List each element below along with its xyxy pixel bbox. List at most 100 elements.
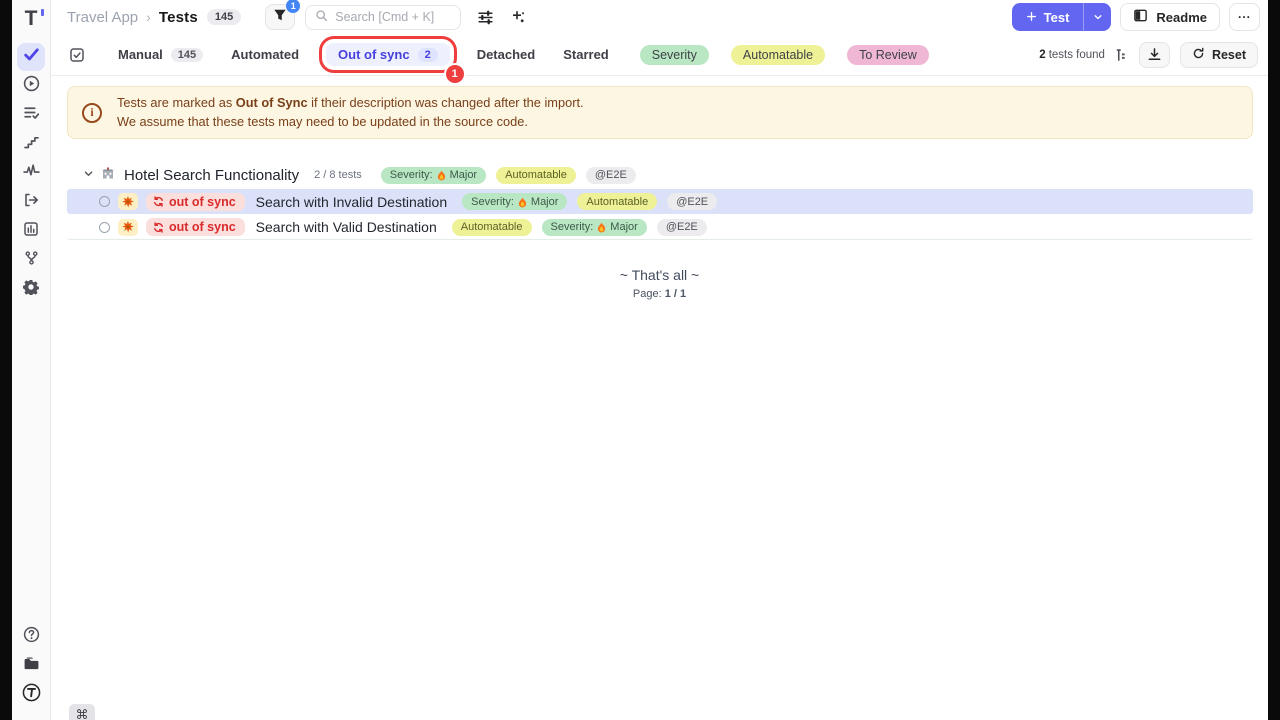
suite-badge-severity-major: Severity: Major: [381, 167, 486, 184]
breadcrumb-project[interactable]: Travel App: [67, 9, 138, 26]
sliders-icon[interactable]: [477, 9, 494, 26]
sidebar-item-steps[interactable]: [17, 130, 45, 158]
status-circle-icon[interactable]: [99, 196, 110, 207]
results-label: tests found: [1049, 49, 1105, 61]
new-test-label: Test: [1044, 10, 1070, 25]
settings-icon: [23, 279, 39, 300]
out-of-sync-badge: out of sync: [146, 218, 245, 236]
hotel-building-icon: [101, 166, 115, 185]
export-button[interactable]: [1139, 42, 1170, 68]
pulse-icon: [23, 162, 40, 184]
test-row[interactable]: out of sync Search with Invalid Destinati…: [67, 189, 1253, 214]
sidebar-item-analytics[interactable]: [17, 217, 45, 245]
suite-row[interactable]: Hotel Search Functionality 2 / 8 tests S…: [67, 162, 1253, 188]
filter-button[interactable]: 1: [265, 4, 295, 30]
list-footer: ~ That's all ~ Page: 1 / 1: [51, 267, 1268, 300]
sidebar-item-settings[interactable]: [17, 275, 45, 303]
sidebar-item-import[interactable]: [17, 188, 45, 216]
tab-label: Starred: [563, 47, 609, 62]
filter-pill-severity[interactable]: Severity: [640, 45, 709, 65]
test-title[interactable]: Search with Invalid Destination: [256, 194, 447, 210]
sidebar-item-help[interactable]: [17, 623, 45, 651]
sparkles-icon[interactable]: [510, 9, 526, 25]
sidebar-bottom-items: [17, 623, 45, 710]
analytics-icon: [23, 221, 39, 242]
app-logo-tick: [41, 9, 44, 16]
filter-count-badge: 1: [286, 0, 300, 13]
branches-icon: [24, 250, 39, 271]
info-banner-text: Tests are marked as Out of Sync if their…: [117, 94, 584, 131]
results-number: 2: [1039, 49, 1045, 61]
new-test-button[interactable]: Test: [1012, 3, 1084, 31]
filter-toolbar: Manual145AutomatedOut of sync21DetachedS…: [51, 34, 1268, 76]
search-input[interactable]: Search [Cmd + K]: [305, 5, 461, 30]
info-banner-line2: We assume that these tests may need to b…: [117, 113, 584, 132]
annotation-step-badge: 1: [446, 65, 464, 83]
search-placeholder: Search [Cmd + K]: [335, 10, 434, 24]
tree-view-icon[interactable]: [1115, 48, 1129, 62]
app-logo[interactable]: T: [16, 4, 46, 34]
sidebar-item-pulse[interactable]: [17, 159, 45, 187]
test-badge-e2e: @E2E: [657, 219, 707, 236]
header-actions: Test Readme ...: [1012, 3, 1260, 31]
test-rows: out of sync Search with Invalid Destinati…: [67, 189, 1253, 240]
sidebar-item-branches[interactable]: [17, 246, 45, 274]
tab-out-of-sync[interactable]: Out of sync21: [326, 43, 450, 66]
sidebar-item-tests[interactable]: [17, 43, 45, 71]
tab-label: Detached: [477, 47, 536, 62]
plus-icon: [1026, 10, 1037, 25]
test-title[interactable]: Search with Valid Destination: [256, 219, 437, 235]
funnel-icon: [273, 8, 287, 27]
toolbar-right: 2 tests found Reset: [1039, 42, 1258, 68]
breadcrumb-separator: ›: [146, 9, 151, 25]
end-of-list-text: ~ That's all ~: [51, 267, 1268, 283]
command-key-button[interactable]: ⌘: [69, 704, 95, 720]
pagination: Page: 1 / 1: [51, 288, 1268, 300]
search-icon: [315, 9, 328, 25]
out-of-sync-badge: out of sync: [146, 193, 245, 211]
tab-starred[interactable]: Starred: [554, 43, 618, 66]
tab-label: Out of sync: [338, 47, 410, 62]
filter-pill-automatable[interactable]: Automatable: [731, 45, 825, 65]
readme-button[interactable]: Readme: [1120, 3, 1220, 31]
ellipsis-icon: ...: [1238, 7, 1251, 21]
tab-count-badge: 2: [418, 48, 438, 62]
chevron-down-icon[interactable]: [83, 166, 94, 184]
reset-icon: [1192, 47, 1205, 63]
filter-tabs: Manual145AutomatedOut of sync21DetachedS…: [109, 43, 618, 66]
filter-pill-to-review[interactable]: To Review: [847, 45, 929, 65]
reset-button[interactable]: Reset: [1180, 42, 1258, 68]
steps-icon: [23, 134, 39, 155]
out-of-sync-label: out of sync: [169, 195, 236, 209]
tab-detached[interactable]: Detached: [468, 43, 545, 66]
sidebar-item-docs[interactable]: [17, 652, 45, 680]
tab-automated[interactable]: Automated: [222, 43, 308, 66]
test-badge-severity-major: Severity: Major: [462, 193, 567, 210]
test-badge-automatable: Automatable: [577, 193, 657, 210]
more-options-button[interactable]: ...: [1229, 3, 1260, 31]
sidebar-item-plans[interactable]: [17, 101, 45, 129]
suite-title[interactable]: Hotel Search Functionality: [124, 167, 299, 184]
help-icon: [23, 626, 40, 648]
chevron-down-icon: [1093, 12, 1103, 22]
brand-icon: [22, 683, 41, 707]
new-test-dropdown-button[interactable]: [1084, 3, 1111, 31]
sidebar-item-brand[interactable]: [17, 681, 45, 709]
test-row[interactable]: out of sync Search with Valid Destination…: [67, 215, 1253, 240]
tab-manual[interactable]: Manual145: [109, 43, 212, 66]
tab-count-badge: 145: [171, 48, 203, 62]
docs-icon: [23, 655, 40, 677]
collision-emoji-icon: [118, 219, 138, 236]
new-test-split-button[interactable]: Test: [1012, 3, 1112, 31]
left-black-bar: [0, 0, 12, 720]
test-badges: Severity: MajorAutomatable@E2E: [462, 193, 717, 210]
suite-badge-e2e: @E2E: [586, 167, 636, 184]
sidebar-item-runs[interactable]: [17, 72, 45, 100]
header: Travel App › Tests 145 1 Search [Cmd + K…: [51, 0, 1268, 34]
info-icon: i: [82, 103, 102, 123]
collision-emoji-icon: [118, 193, 138, 210]
bulk-edit-icon[interactable]: [69, 47, 85, 63]
sidebar-top-items: [17, 43, 45, 304]
import-icon: [23, 192, 39, 213]
status-circle-icon[interactable]: [99, 222, 110, 233]
